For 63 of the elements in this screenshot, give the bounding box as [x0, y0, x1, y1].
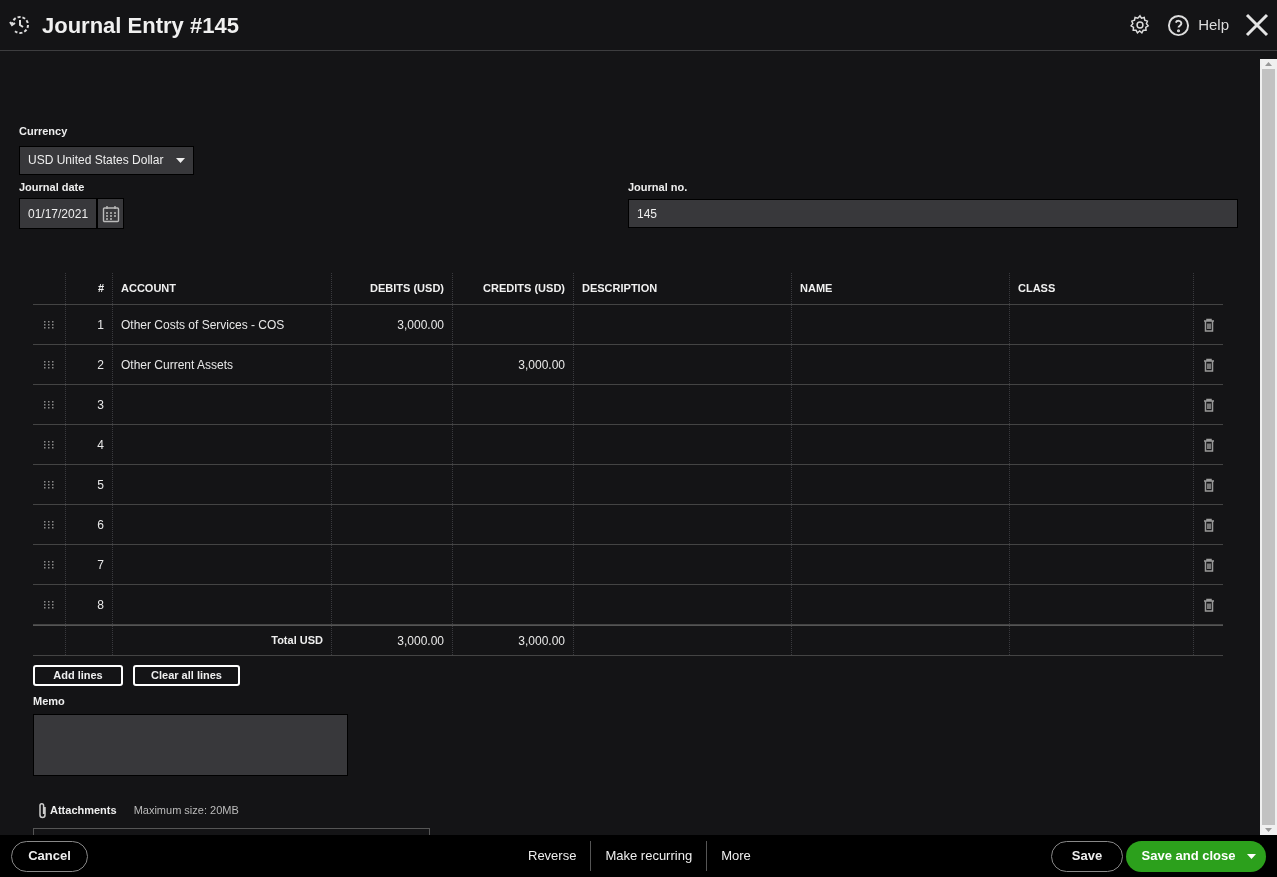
table-cell-text: 5 — [97, 476, 104, 494]
table-action-button[interactable]: Add lines — [33, 665, 123, 686]
column-header: CREDITS (USD) — [483, 281, 565, 297]
table-cell-text: 8 — [97, 596, 104, 614]
scrollbar-thumb[interactable] — [1262, 69, 1275, 825]
drag-handle-icon[interactable] — [44, 320, 54, 329]
table-cell-text: 3,000.00 — [397, 316, 444, 334]
field-label: Journal date — [19, 179, 86, 195]
column-header: DESCRIPTION — [582, 281, 658, 297]
drag-handle-icon[interactable] — [44, 440, 54, 449]
trash-icon[interactable] — [1202, 397, 1215, 412]
trash-icon[interactable] — [1202, 597, 1215, 612]
table-cell-text: 4 — [97, 436, 104, 454]
drag-handle-icon[interactable] — [44, 520, 54, 529]
table-cell-text: Other Costs of Services - COS — [121, 316, 285, 334]
table-cell-text: 3,000.00 — [518, 356, 565, 374]
journal-number-input[interactable]: 145 — [628, 199, 1238, 228]
table-cell-text: 2 — [97, 356, 104, 374]
column-header: DEBITS (USD) — [370, 281, 444, 297]
field-label: Journal no. — [628, 179, 689, 195]
trash-icon[interactable] — [1202, 557, 1215, 572]
drag-handle-icon[interactable] — [44, 400, 54, 409]
currency-dropdown[interactable]: USD United States Dollar — [19, 145, 194, 175]
close-icon[interactable] — [1245, 13, 1269, 37]
table-cell-text: 3 — [97, 396, 104, 414]
window-title: Journal Entry #145 — [42, 11, 239, 40]
trash-icon[interactable] — [1202, 437, 1215, 452]
table-action-button[interactable]: Clear all lines — [133, 665, 240, 686]
memo-input[interactable] — [33, 713, 348, 776]
caret-icon[interactable] — [1247, 853, 1256, 859]
trash-icon[interactable] — [1202, 477, 1215, 492]
footer-action-link[interactable]: Make recurring — [591, 846, 707, 866]
footer-action-link[interactable]: More — [707, 846, 765, 866]
drag-handle-icon[interactable] — [44, 560, 54, 569]
column-header: # — [97, 281, 104, 297]
field-label: Currency — [19, 124, 69, 139]
trash-icon[interactable] — [1202, 517, 1215, 532]
settings-icon[interactable] — [1129, 14, 1152, 36]
table-cell-text: 7 — [97, 556, 104, 574]
drag-handle-icon[interactable] — [44, 600, 54, 609]
help-icon — [1167, 13, 1191, 37]
table-cell-text: 1 — [97, 316, 104, 334]
column-header: NAME — [800, 281, 833, 297]
attachments-size-note: Maximum size: 20MB — [133, 803, 239, 819]
table-cell-text: 3,000.00 — [518, 632, 565, 650]
trash-icon[interactable] — [1202, 357, 1215, 372]
help-button[interactable]: Help — [1167, 13, 1229, 37]
total-label: Total USD — [271, 633, 323, 649]
column-header: ACCOUNT — [121, 281, 176, 297]
trash-icon[interactable] — [1202, 317, 1215, 332]
history-clock-icon — [8, 13, 32, 37]
table-cell-text: 6 — [97, 516, 104, 534]
field-label: Memo — [33, 694, 66, 709]
footer-action-link[interactable]: Reverse — [514, 846, 591, 866]
drag-handle-icon[interactable] — [44, 480, 54, 489]
scrollbar[interactable] — [1260, 59, 1277, 835]
caret-icon — [176, 157, 185, 163]
table-cell-text: 3,000.00 — [397, 632, 444, 650]
paperclip-icon — [37, 801, 48, 820]
table-cell-text: Other Current Assets — [121, 356, 234, 374]
column-header: CLASS — [1018, 281, 1056, 297]
attachments-label: Attachments — [50, 803, 117, 819]
drag-handle-icon[interactable] — [44, 360, 54, 369]
